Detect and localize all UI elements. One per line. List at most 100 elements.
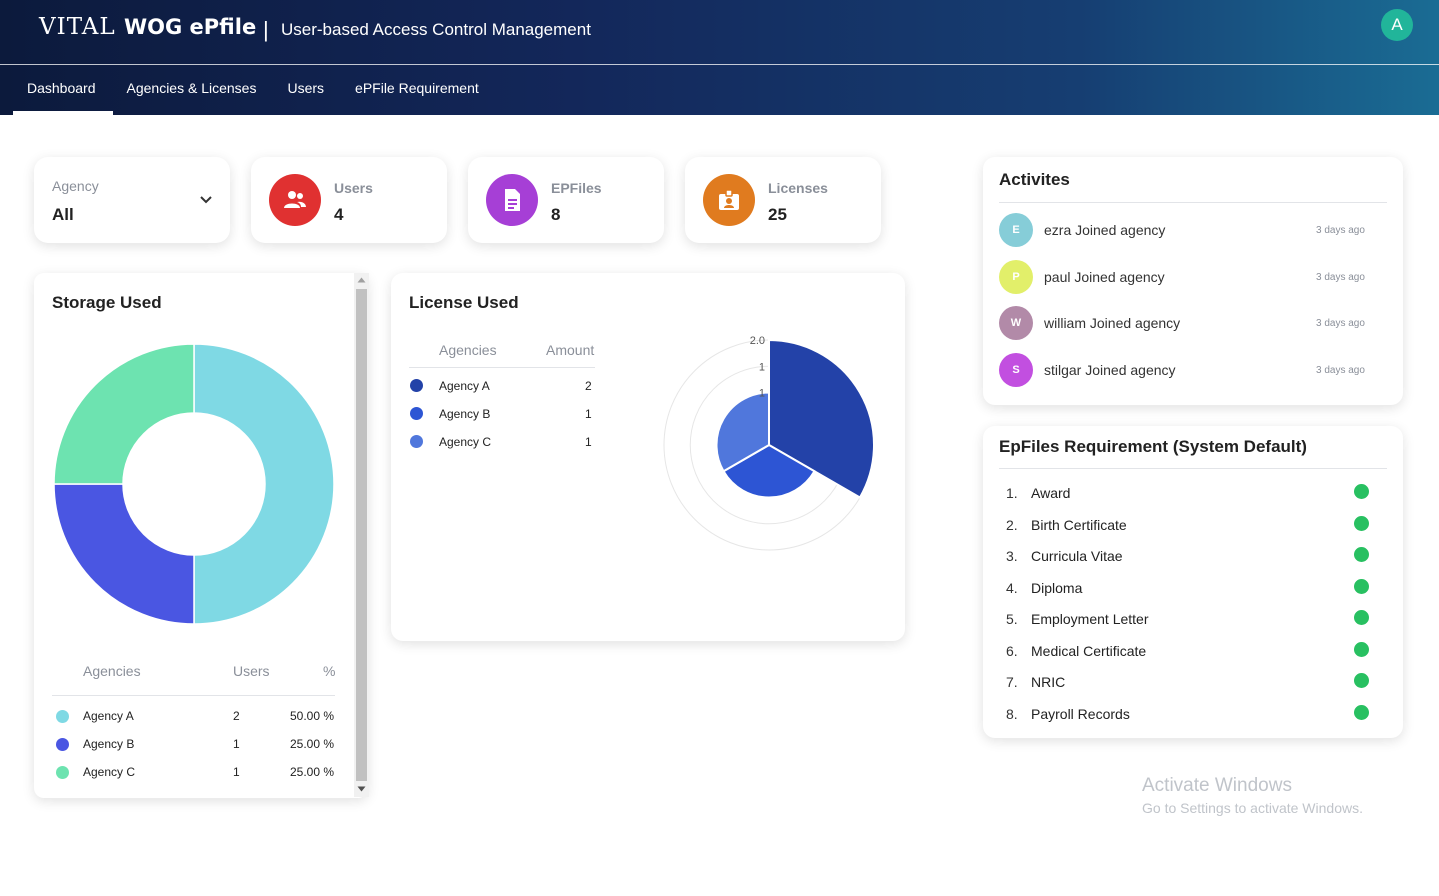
activities-card: Activites E ezra Joined agency 3 days ag… — [983, 157, 1403, 405]
storage-row-percent: 25.00 % — [290, 737, 335, 751]
scroll-down-arrow-icon[interactable] — [357, 786, 366, 792]
storage-row-users: 2 — [233, 709, 240, 723]
stat-label-epfiles: EPFiles — [551, 180, 602, 196]
activities-title: Activites — [999, 170, 1070, 189]
storage-header-agencies: Agencies — [83, 663, 141, 679]
storage-row-name: Agency B — [83, 737, 135, 751]
activity-avatar: S — [999, 353, 1033, 387]
requirements-card: EpFiles Requirement (System Default) 1. … — [983, 426, 1403, 738]
donut-slice-agency-b — [53, 483, 195, 625]
activities-divider — [999, 202, 1387, 203]
storage-donut-chart — [53, 343, 335, 625]
requirement-status-dot — [1354, 673, 1369, 688]
requirements-title: EpFiles Requirement (System Default) — [999, 437, 1307, 456]
license-row-amount: 1 — [585, 435, 592, 449]
page-title: User-based Access Control Management — [281, 20, 591, 39]
storage-row-users: 1 — [233, 737, 240, 751]
chevron-down-icon[interactable] — [199, 195, 213, 205]
requirement-label: Award — [1031, 485, 1071, 501]
storage-used-title: Storage Used — [52, 293, 162, 312]
activity-time: 3 days ago — [1316, 225, 1365, 236]
storage-row-percent: 25.00 % — [290, 765, 335, 779]
requirement-status-dot — [1354, 642, 1369, 657]
requirement-number: 5. — [1006, 611, 1018, 627]
requirement-number: 1. — [1006, 485, 1018, 501]
requirements-divider — [999, 468, 1387, 469]
activity-avatar: E — [999, 213, 1033, 247]
requirement-label: Payroll Records — [1031, 706, 1130, 722]
requirement-number: 2. — [1006, 517, 1018, 533]
license-used-title: License Used — [409, 293, 519, 312]
activity-text: ezra Joined agency — [1044, 222, 1166, 238]
requirement-number: 6. — [1006, 643, 1018, 659]
storage-header-users: Users — [233, 663, 270, 679]
polar-tick-label: 1 — [759, 361, 765, 373]
stat-value-users: 4 — [334, 205, 344, 224]
agency-filter-select[interactable]: Agency All — [34, 157, 230, 243]
users-icon — [269, 174, 321, 226]
requirement-status-dot — [1354, 705, 1369, 720]
storage-header-divider — [52, 695, 335, 696]
activity-text: stilgar Joined agency — [1044, 362, 1176, 378]
tab-users[interactable]: Users — [273, 66, 341, 115]
stat-value-licenses: 25 — [768, 205, 787, 224]
polar-tick-label: 1 — [759, 388, 765, 400]
requirement-status-dot — [1354, 547, 1369, 562]
requirement-number: 7. — [1006, 674, 1018, 690]
storage-scrollbar-thumb[interactable] — [356, 289, 367, 781]
activity-time: 3 days ago — [1316, 318, 1365, 329]
requirement-status-dot — [1354, 579, 1369, 594]
activity-text: paul Joined agency — [1044, 269, 1165, 285]
license-used-card: License Used Agencies Amount Agency A 2 … — [391, 273, 905, 641]
legend-dot-agency-b — [56, 738, 69, 751]
activity-text: william Joined agency — [1044, 315, 1181, 331]
storage-row-name: Agency A — [83, 709, 134, 723]
requirement-label: Employment Letter — [1031, 611, 1149, 627]
storage-header-percent: % — [323, 663, 336, 679]
legend-dot-agency-a — [410, 379, 423, 392]
scroll-up-arrow-icon[interactable] — [357, 277, 366, 283]
license-header-agencies: Agencies — [439, 342, 497, 358]
requirement-number: 4. — [1006, 580, 1018, 596]
activate-windows-watermark: Activate Windows — [1142, 775, 1292, 796]
license-header-amount: Amount — [546, 342, 595, 358]
main-nav: Dashboard Agencies & Licenses Users ePFi… — [13, 66, 496, 115]
stat-label-users: Users — [334, 180, 373, 196]
polar-tick-label: 2.0 — [750, 335, 765, 347]
id-badge-icon — [703, 174, 755, 226]
app-logo[interactable]: VITAL WOG ePfile — [39, 14, 256, 40]
agency-filter-label: Agency — [52, 178, 99, 194]
brand-row: VITAL WOG ePfile | User-based Access Con… — [0, 0, 1439, 65]
donut-slice-agency-a — [193, 343, 335, 625]
stat-card-users: Users 4 — [251, 157, 447, 243]
legend-dot-agency-a — [56, 710, 69, 723]
user-avatar-button[interactable]: A — [1381, 9, 1413, 41]
activity-avatar: P — [999, 260, 1033, 294]
requirement-label: Medical Certificate — [1031, 643, 1147, 659]
title-separator: | — [263, 17, 269, 42]
requirement-status-dot — [1354, 484, 1369, 499]
activity-time: 3 days ago — [1316, 272, 1365, 283]
tab-epfile-requirement[interactable]: ePFile Requirement — [341, 66, 496, 115]
requirement-label: Birth Certificate — [1031, 517, 1127, 533]
license-header-divider — [409, 367, 595, 368]
requirement-status-dot — [1354, 516, 1369, 531]
storage-used-card: Storage Used Agencies Users % Agency A 2… — [34, 273, 368, 798]
storage-row-users: 1 — [233, 765, 240, 779]
license-polar-chart: 2.0 1 1 — [663, 335, 875, 551]
legend-dot-agency-c — [56, 766, 69, 779]
license-row-amount: 2 — [585, 379, 592, 393]
requirement-label: Curricula Vitae — [1031, 548, 1123, 564]
stat-card-licenses: Licenses 25 — [685, 157, 881, 243]
agency-filter-value: All — [52, 205, 74, 224]
stat-card-epfiles: EPFiles 8 — [468, 157, 664, 243]
stat-label-licenses: Licenses — [768, 180, 828, 196]
legend-dot-agency-c — [410, 435, 423, 448]
tab-agencies-licenses[interactable]: Agencies & Licenses — [113, 66, 274, 115]
requirement-number: 3. — [1006, 548, 1018, 564]
license-row-name: Agency B — [439, 407, 491, 421]
requirement-status-dot — [1354, 610, 1369, 625]
requirement-label: NRIC — [1031, 674, 1066, 690]
tab-dashboard[interactable]: Dashboard — [13, 66, 113, 115]
license-row-name: Agency C — [439, 435, 492, 449]
